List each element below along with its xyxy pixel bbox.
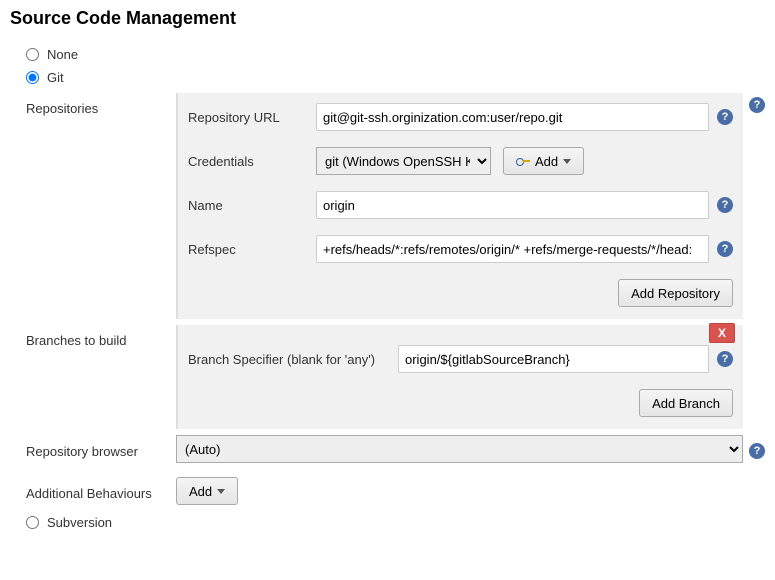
repositories-box: Repository URL ? Credentials git (Window… <box>176 93 743 319</box>
none-radio-label: None <box>47 47 78 62</box>
branches-row: Branches to build X Branch Specifier (bl… <box>26 325 765 429</box>
help-icon[interactable]: ? <box>749 97 765 113</box>
delete-branch-button[interactable]: X <box>709 323 735 343</box>
branch-specifier-label: Branch Specifier (blank for 'any') <box>188 352 398 367</box>
repo-browser-row: Repository browser (Auto) ? <box>26 435 765 463</box>
add-branch-button[interactable]: Add Branch <box>639 389 733 417</box>
additional-row: Additional Behaviours Add <box>26 477 765 505</box>
repositories-row: Repositories Repository URL ? Credential… <box>26 93 765 319</box>
git-radio-label: Git <box>47 70 64 85</box>
refspec-label: Refspec <box>188 242 316 257</box>
help-icon[interactable]: ? <box>749 443 765 459</box>
repo-browser-select[interactable]: (Auto) <box>176 435 743 463</box>
refspec-input[interactable] <box>316 235 709 263</box>
scm-option-subversion[interactable]: Subversion <box>26 515 765 530</box>
credentials-label: Credentials <box>188 154 316 169</box>
section-title: Source Code Management <box>10 8 765 29</box>
additional-label: Additional Behaviours <box>26 482 176 501</box>
subversion-radio[interactable] <box>26 516 39 529</box>
scm-option-git[interactable]: Git <box>26 70 765 85</box>
repositories-label: Repositories <box>26 93 176 116</box>
help-icon[interactable]: ? <box>717 197 733 213</box>
repo-url-input[interactable] <box>316 103 709 131</box>
credentials-select[interactable]: git (Windows OpenSSH Key) <box>316 147 491 175</box>
none-radio[interactable] <box>26 48 39 61</box>
add-credentials-button[interactable]: Add <box>503 147 584 175</box>
help-icon[interactable]: ? <box>717 351 733 367</box>
add-behaviour-label: Add <box>189 484 212 499</box>
subversion-radio-label: Subversion <box>47 515 112 530</box>
repo-url-label: Repository URL <box>188 110 316 125</box>
branches-label: Branches to build <box>26 325 176 348</box>
help-icon[interactable]: ? <box>717 241 733 257</box>
branch-specifier-input[interactable] <box>398 345 709 373</box>
name-label: Name <box>188 198 316 213</box>
add-behaviour-button[interactable]: Add <box>176 477 238 505</box>
add-cred-label: Add <box>535 154 558 169</box>
key-icon <box>516 156 530 166</box>
repo-browser-label: Repository browser <box>26 440 176 459</box>
name-input[interactable] <box>316 191 709 219</box>
add-repository-button[interactable]: Add Repository <box>618 279 733 307</box>
chevron-down-icon <box>563 159 571 164</box>
chevron-down-icon <box>217 489 225 494</box>
help-icon[interactable]: ? <box>717 109 733 125</box>
scm-option-none[interactable]: None <box>26 47 765 62</box>
git-radio[interactable] <box>26 71 39 84</box>
branches-box: X Branch Specifier (blank for 'any') ? A… <box>176 325 743 429</box>
